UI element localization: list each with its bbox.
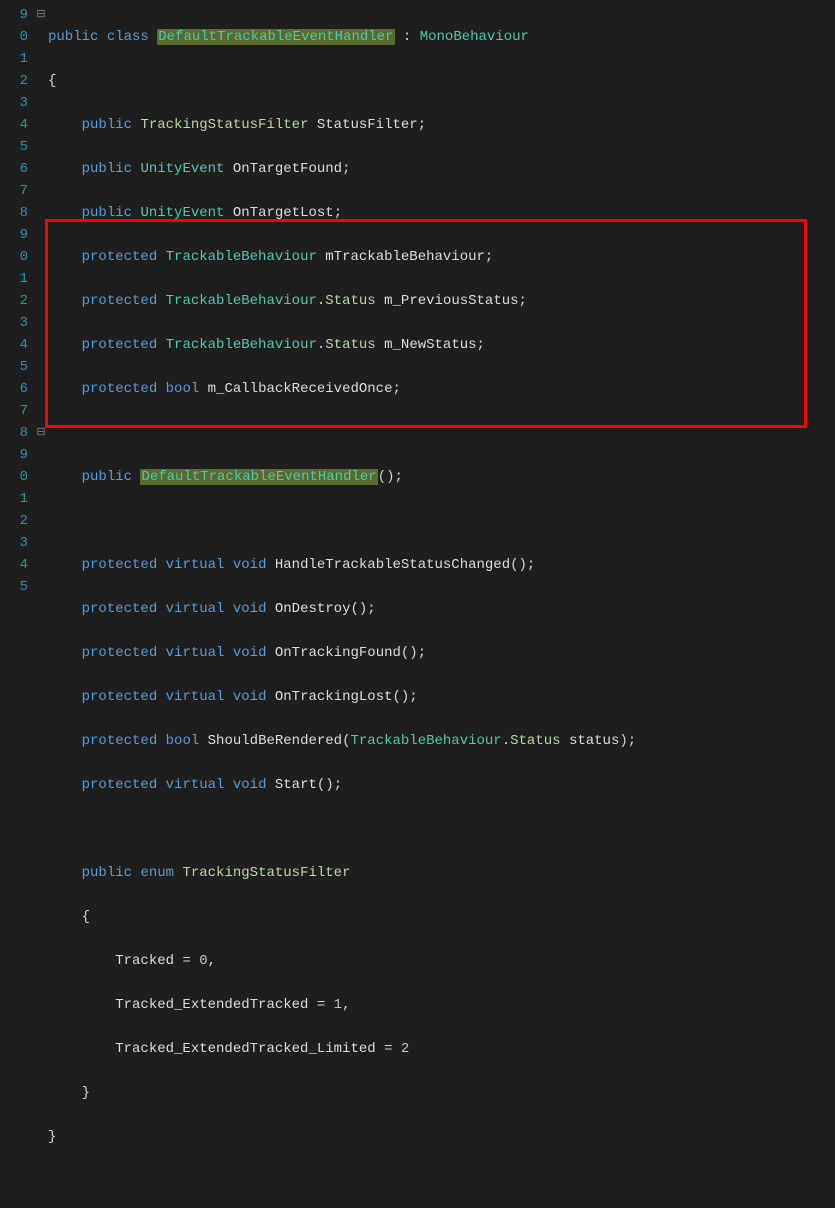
highlighted-token: DefaultTrackableEventHandler: [140, 469, 377, 485]
code-line[interactable]: protected virtual void OnDestroy();: [48, 598, 835, 620]
fold-icon[interactable]: ⊟: [34, 4, 48, 26]
code-line[interactable]: public UnityEvent OnTargetLost;: [48, 202, 835, 224]
code-line[interactable]: protected virtual void HandleTrackableSt…: [48, 554, 835, 576]
code-line[interactable]: protected virtual void Start();: [48, 774, 835, 796]
code-line[interactable]: [48, 818, 835, 840]
code-line[interactable]: protected virtual void OnTrackingFound()…: [48, 642, 835, 664]
code-line[interactable]: }: [48, 1082, 835, 1104]
code-line[interactable]: protected bool ShouldBeRendered(Trackabl…: [48, 730, 835, 752]
code-line[interactable]: protected TrackableBehaviour.Status m_Ne…: [48, 334, 835, 356]
code-line[interactable]: public TrackingStatusFilter StatusFilter…: [48, 114, 835, 136]
code-line[interactable]: {: [48, 70, 835, 92]
code-area[interactable]: public class DefaultTrackableEventHandle…: [48, 0, 835, 604]
code-line[interactable]: {: [48, 906, 835, 928]
fold-gutter[interactable]: ⊟ ⊟: [34, 0, 48, 604]
code-line[interactable]: public DefaultTrackableEventHandler();: [48, 466, 835, 488]
code-line[interactable]: protected bool m_CallbackReceivedOnce;: [48, 378, 835, 400]
code-line[interactable]: }: [48, 1126, 835, 1148]
code-line[interactable]: protected TrackableBehaviour mTrackableB…: [48, 246, 835, 268]
code-line[interactable]: public class DefaultTrackableEventHandle…: [48, 26, 835, 48]
code-line[interactable]: public UnityEvent OnTargetFound;: [48, 158, 835, 180]
code-line[interactable]: Tracked_ExtendedTracked_Limited = 2: [48, 1038, 835, 1060]
fold-icon[interactable]: ⊟: [34, 422, 48, 444]
code-line[interactable]: public enum TrackingStatusFilter: [48, 862, 835, 884]
code-line[interactable]: [48, 510, 835, 532]
code-line[interactable]: protected virtual void OnTrackingLost();: [48, 686, 835, 708]
code-line[interactable]: [48, 1170, 835, 1192]
code-editor[interactable]: 9 0 1 2 3 4 5 6 7 8 9 0 1 2 3 4 5 6 7 8 …: [0, 0, 835, 604]
code-line[interactable]: Tracked = 0,: [48, 950, 835, 972]
highlighted-token: DefaultTrackableEventHandler: [157, 29, 394, 45]
code-line[interactable]: Tracked_ExtendedTracked = 1,: [48, 994, 835, 1016]
code-line[interactable]: protected TrackableBehaviour.Status m_Pr…: [48, 290, 835, 312]
code-line[interactable]: [48, 422, 835, 444]
line-number-gutter: 9 0 1 2 3 4 5 6 7 8 9 0 1 2 3 4 5 6 7 8 …: [0, 0, 34, 604]
